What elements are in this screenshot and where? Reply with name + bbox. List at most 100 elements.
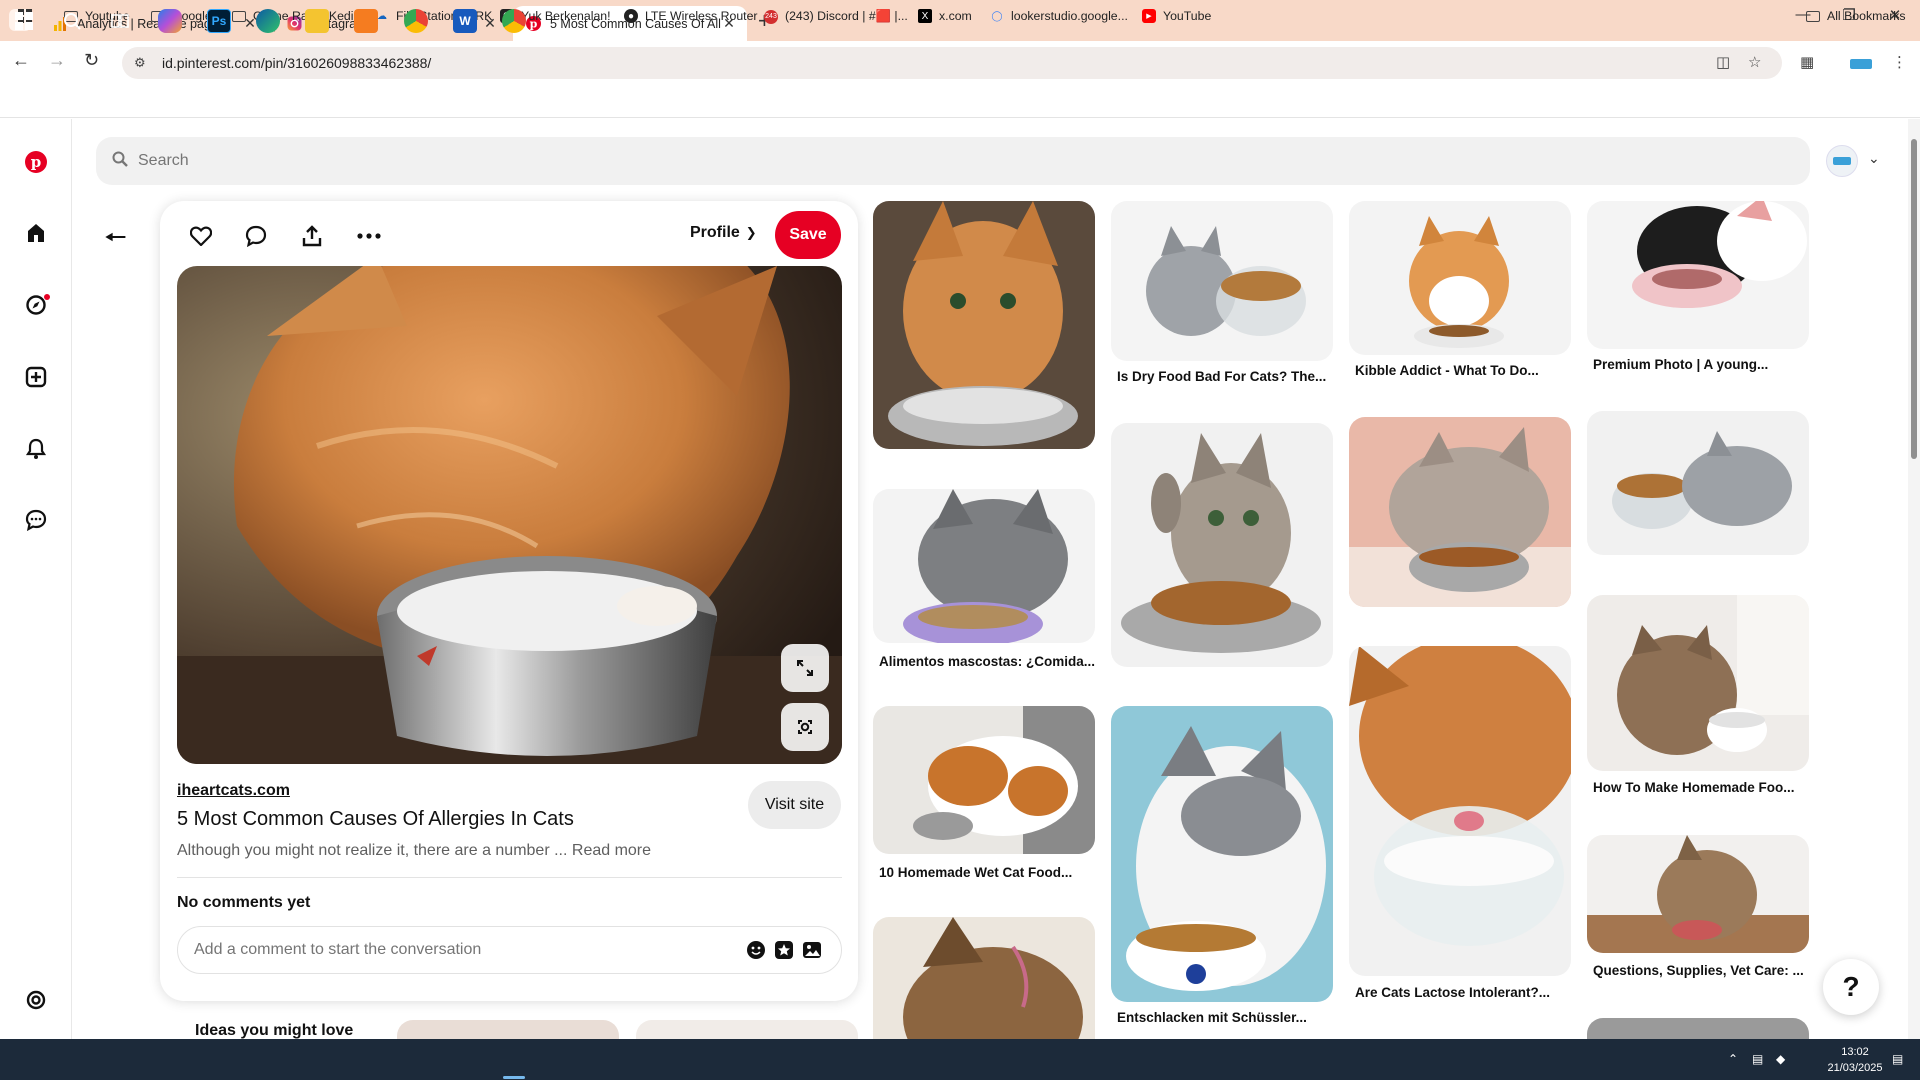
visual-search-icon[interactable] [781,703,829,751]
back-arrow-icon[interactable]: ← [12,50,30,71]
discord-icon: 243 [764,9,778,24]
task-view-icon[interactable] [108,9,132,33]
feed-pin[interactable] [1587,201,1809,349]
pin-caption[interactable]: How To Make Homemade Foo... [1593,780,1795,795]
active-app-indicator [503,1076,525,1079]
file-explorer-icon[interactable] [305,9,329,33]
feed-pin[interactable] [1349,646,1571,976]
notification-center-icon[interactable]: ▤ [1892,1052,1903,1066]
explore-compass-icon[interactable] [24,293,50,317]
feed-pin[interactable] [1349,201,1571,355]
pin-caption[interactable]: Is Dry Food Bad For Cats? The... [1117,369,1326,384]
idea-thumbnail[interactable] [636,1020,858,1040]
home-icon[interactable] [24,221,48,245]
bookmark-radar-kediri[interactable]: Online Radar Kediri [232,9,360,23]
windows-start-icon[interactable] [12,9,36,33]
system-clock[interactable]: 13:02 21/03/2025 [1824,1044,1886,1076]
word-icon[interactable]: W [453,9,477,33]
bookmark-star-icon[interactable]: ☆ [1748,53,1761,71]
chrome-active-icon[interactable] [502,9,526,33]
page-scrollbar[interactable] [1908,119,1920,1039]
share-icon[interactable] [298,222,326,250]
account-logo-icon [1833,157,1851,165]
expand-icon[interactable] [781,644,829,692]
forward-arrow-icon[interactable]: → [48,50,66,71]
presentation-app-icon[interactable] [354,9,378,33]
bookmark-lte-router[interactable]: ● LTE Wireless Router [624,9,758,23]
pin-caption[interactable]: Premium Photo | A young... [1593,357,1768,372]
pin-caption[interactable]: Are Cats Lactose Intolerant?... [1355,985,1550,1000]
feed-pin[interactable] [1587,411,1809,555]
bookmark-discord[interactable]: 243 (243) Discord | #🟥 |... [764,9,908,24]
pin-description[interactable]: Although you might not realize it, there… [177,842,651,860]
search-icon[interactable] [60,9,84,33]
chrome-icon[interactable] [404,9,428,33]
feed-pin[interactable] [873,917,1095,1039]
photoshop-icon[interactable]: Ps [207,9,231,33]
profile-badge-icon[interactable] [1850,56,1872,73]
settings-gear-icon[interactable] [24,988,48,1012]
visit-site-button[interactable]: Visit site [748,781,841,829]
avatar[interactable] [1826,145,1858,177]
create-plus-icon[interactable] [24,365,48,389]
comment-bubble-icon[interactable] [242,222,270,250]
board-profile-select[interactable]: Profile ❯ [690,224,757,242]
edge-icon[interactable] [256,9,280,33]
feed-pin[interactable] [873,706,1095,854]
bookmark-x[interactable]: Xx.com [918,9,972,23]
messages-icon[interactable] [24,508,48,532]
help-button[interactable]: ? [1823,959,1879,1015]
react-heart-icon[interactable] [187,222,215,250]
pin-caption[interactable]: Questions, Supplies, Vet Care: ... [1593,963,1804,978]
folder-icon [1806,10,1820,22]
scrollbar-thumb[interactable] [1911,139,1917,459]
copilot-icon[interactable] [158,9,182,33]
install-app-icon[interactable]: ◫ [1716,53,1730,71]
image-upload-icon[interactable] [802,940,822,960]
pin-caption[interactable]: Kibble Addict - What To Do... [1355,363,1539,378]
tray-chevron-up-icon[interactable]: ⌃ [1728,1052,1738,1066]
looker-icon: ◯ [991,10,1003,22]
feed-pin[interactable] [873,489,1095,643]
feed-pin[interactable] [1349,417,1571,607]
clock-date: 21/03/2025 [1827,1062,1883,1074]
feed-pin[interactable] [873,201,1095,449]
feed-pin[interactable] [1587,595,1809,771]
feed-pin[interactable] [1587,1018,1809,1039]
feed-pin[interactable] [1111,706,1333,1002]
browser-menu-icon[interactable]: ⋮ [1892,53,1907,71]
address-bar[interactable]: ⚙ id.pinterest.com/pin/31602609883346238… [122,47,1782,79]
pin-caption[interactable]: Entschlacken mit Schüssler... [1117,1010,1307,1025]
search-bar[interactable] [96,137,1810,185]
extensions-icon[interactable]: ▦ [1800,53,1814,71]
bookmark-label: Yuk Berkenalan! [521,9,611,23]
search-input[interactable] [138,152,1667,170]
chevron-down-icon: ❯ [745,225,757,240]
sticker-icon[interactable] [774,940,794,960]
pinterest-logo-icon[interactable]: p [24,150,48,174]
bookmark-youtube[interactable]: ▶ YouTube [1142,9,1211,23]
pin-caption[interactable]: Alimentos mascostas: ¿Comida... [879,654,1095,669]
comments-heading: No comments yet [177,894,311,911]
account-chevron-down-icon[interactable]: ⌄ [1868,150,1880,167]
save-button[interactable]: Save [775,211,841,259]
source-site-link[interactable]: iheartcats.com [177,782,290,800]
idea-thumbnail[interactable] [397,1020,619,1040]
x-icon: X [918,9,932,23]
shield-icon[interactable]: ◆ [1776,1052,1785,1066]
more-options-icon[interactable] [355,222,383,250]
notifications-bell-icon[interactable] [24,437,48,461]
network-icon[interactable]: ▤ [1752,1052,1763,1066]
feed-pin[interactable] [1111,423,1333,667]
site-settings-icon[interactable]: ⚙ [134,55,150,71]
bookmark-looker[interactable]: ◯ lookerstudio.google... [990,9,1128,23]
reload-icon[interactable]: ↻ [84,50,99,71]
emoji-icon[interactable] [746,940,766,960]
back-arrow-icon[interactable]: 🠔 [104,219,127,263]
all-bookmarks[interactable]: All Bookmarks [1806,9,1906,23]
comment-input[interactable] [194,941,714,959]
comment-box[interactable] [177,926,842,974]
pin-caption[interactable]: 10 Homemade Wet Cat Food... [879,865,1072,880]
feed-pin[interactable] [1111,201,1333,361]
feed-pin[interactable] [1587,835,1809,953]
